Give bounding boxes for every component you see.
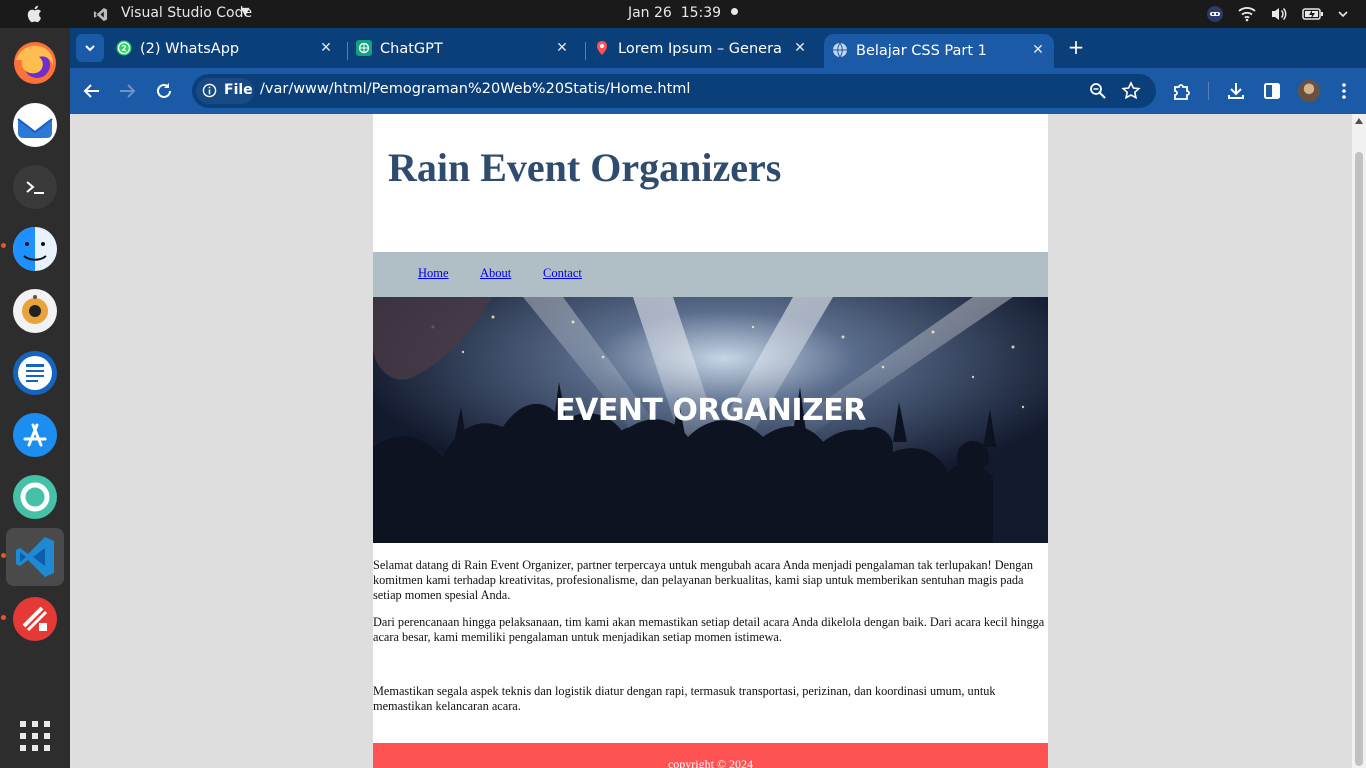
scroll-up-arrow-icon[interactable] xyxy=(1355,118,1363,124)
site-title: Rain Event Organizers xyxy=(388,145,782,190)
extensions-puzzle-icon[interactable] xyxy=(1171,80,1193,102)
tab-title: (2) WhatsApp xyxy=(140,41,240,57)
wifi-icon[interactable] xyxy=(1238,6,1256,22)
active-app-name[interactable]: Visual Studio Code xyxy=(121,5,252,21)
zoom-icon[interactable] xyxy=(1088,81,1108,101)
battery-icon[interactable] xyxy=(1302,7,1324,21)
bookmark-star-icon[interactable] xyxy=(1121,81,1141,101)
close-tab-icon[interactable]: ✕ xyxy=(318,40,334,56)
forward-arrow-icon[interactable] xyxy=(116,80,138,102)
tab-belajar-css[interactable]: Belajar CSS Part 1 ✕ xyxy=(824,34,1054,70)
download-icon[interactable] xyxy=(1225,80,1247,102)
terminal-icon xyxy=(13,165,57,209)
page-container: Rain Event Organizers Home About Contact xyxy=(373,114,1048,768)
vscode-small-icon xyxy=(93,7,108,22)
toolbox-icon xyxy=(13,597,57,641)
notification-dot-icon xyxy=(731,8,739,15)
finder-icon xyxy=(13,227,57,271)
hero-banner: EVENT ORGANIZER xyxy=(373,297,1048,543)
address-bar[interactable]: File /var/www/html/Pemograman%20Web%20St… xyxy=(192,74,1156,108)
system-tray[interactable] xyxy=(1206,5,1348,23)
info-icon xyxy=(202,83,217,98)
show-apps-grid-icon[interactable] xyxy=(19,720,51,752)
nav-link-about[interactable]: About xyxy=(480,266,511,281)
browser-frame: 2 (2) WhatsApp ✕ ChatGPT ✕ Lorem Ipsum –… xyxy=(70,28,1366,114)
dock-firefox[interactable] xyxy=(6,34,64,92)
globe-icon xyxy=(833,42,847,58)
intro-paragraph: Selamat datang di Rain Event Organizer, … xyxy=(373,558,1033,602)
site-info-label: File xyxy=(224,82,253,98)
close-tab-icon[interactable]: ✕ xyxy=(792,40,808,56)
app-menu-caret-icon[interactable]: ▼ xyxy=(241,5,249,18)
tab-separator xyxy=(585,42,586,60)
dock-vscode[interactable] xyxy=(6,528,64,586)
extension-indicator-icon[interactable] xyxy=(1206,5,1224,23)
page-scrollbar[interactable] xyxy=(1352,114,1366,768)
chatgpt-icon xyxy=(356,40,372,56)
scrollbar-thumb[interactable] xyxy=(1355,152,1363,766)
dock-toolbox[interactable] xyxy=(6,590,64,648)
chevron-down-icon[interactable] xyxy=(1338,9,1348,19)
dock-terminal[interactable] xyxy=(6,158,64,216)
document-icon xyxy=(13,351,57,395)
browser-toolbar: File /var/www/html/Pemograman%20Web%20St… xyxy=(70,68,1366,114)
tab-title: ChatGPT xyxy=(380,41,443,57)
vscode-icon xyxy=(16,537,54,577)
clock-time: 15:39 xyxy=(680,5,722,21)
dock-libreoffice-writer[interactable] xyxy=(6,344,64,402)
new-tab-button[interactable]: + xyxy=(1066,37,1086,58)
side-panel-icon[interactable] xyxy=(1261,80,1283,102)
dock-rhythmbox[interactable] xyxy=(6,282,64,340)
close-tab-icon[interactable]: ✕ xyxy=(1030,42,1046,58)
dock-app-store[interactable] xyxy=(6,406,64,464)
dock xyxy=(0,28,70,768)
site-nav: Home About Contact xyxy=(373,252,1048,297)
system-top-bar: Visual Studio Code ▼ Jan 26 15:39 xyxy=(0,0,1366,28)
chevron-down-icon xyxy=(85,45,95,52)
copyright-text: copyright © 2024 xyxy=(667,757,754,768)
tab-whatsapp[interactable]: 2 (2) WhatsApp ✕ xyxy=(116,32,342,68)
clock-button[interactable]: Jan 26 15:39 xyxy=(627,5,739,21)
planning-paragraph: Dari perencanaan hingga pelaksanaan, tim… xyxy=(373,615,1045,644)
tab-title: Lorem Ipsum – Generator xyxy=(618,41,782,57)
svg-text:2: 2 xyxy=(121,44,127,53)
site-footer: copyright © 2024 xyxy=(373,743,1048,768)
profile-avatar[interactable] xyxy=(1298,80,1320,102)
nav-link-contact[interactable]: Contact xyxy=(543,266,582,281)
hero-heading: EVENT ORGANIZER xyxy=(555,393,866,428)
toolbar-separator xyxy=(1208,82,1209,100)
tab-title: Belajar CSS Part 1 xyxy=(856,43,987,59)
tab-chatgpt[interactable]: ChatGPT ✕ xyxy=(356,32,580,68)
back-arrow-icon[interactable] xyxy=(81,80,103,102)
whatsapp-icon: 2 xyxy=(116,40,132,56)
dock-finder[interactable] xyxy=(6,220,64,278)
close-tab-icon[interactable]: ✕ xyxy=(554,40,570,56)
tab-lorem-ipsum[interactable]: Lorem Ipsum – Generator ✕ xyxy=(594,32,816,68)
logistics-paragraph: Memastikan segala aspek teknis dan logis… xyxy=(373,684,996,713)
lifebuoy-icon xyxy=(13,475,57,519)
site-info-chip[interactable]: File xyxy=(196,78,254,104)
lorem-ipsum-icon xyxy=(597,41,607,55)
reload-icon[interactable] xyxy=(153,80,175,102)
page-viewport: Rain Event Organizers Home About Contact xyxy=(70,114,1352,768)
tab-separator xyxy=(347,42,348,60)
kebab-menu-icon[interactable] xyxy=(1333,80,1355,102)
dock-help[interactable] xyxy=(6,468,64,526)
nav-link-home[interactable]: Home xyxy=(418,266,449,281)
apple-icon[interactable] xyxy=(24,3,46,25)
speaker-icon xyxy=(13,289,57,333)
firefox-icon xyxy=(14,42,56,84)
volume-icon[interactable] xyxy=(1270,6,1288,22)
tab-search-button[interactable] xyxy=(76,34,104,62)
app-store-icon xyxy=(13,413,57,457)
dock-thunderbird[interactable] xyxy=(6,96,64,154)
url-text[interactable]: /var/www/html/Pemograman%20Web%20Statis/… xyxy=(260,81,690,97)
mail-icon xyxy=(13,103,57,147)
clock-date: Jan 26 xyxy=(627,5,672,21)
